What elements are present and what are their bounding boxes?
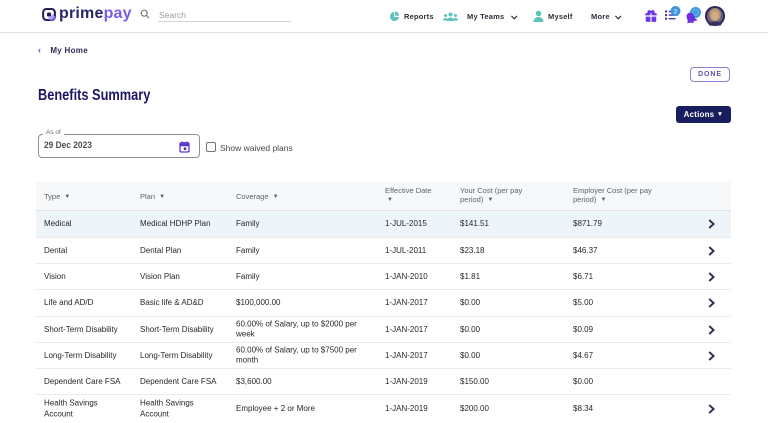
svg-text:2: 2 xyxy=(674,8,678,15)
